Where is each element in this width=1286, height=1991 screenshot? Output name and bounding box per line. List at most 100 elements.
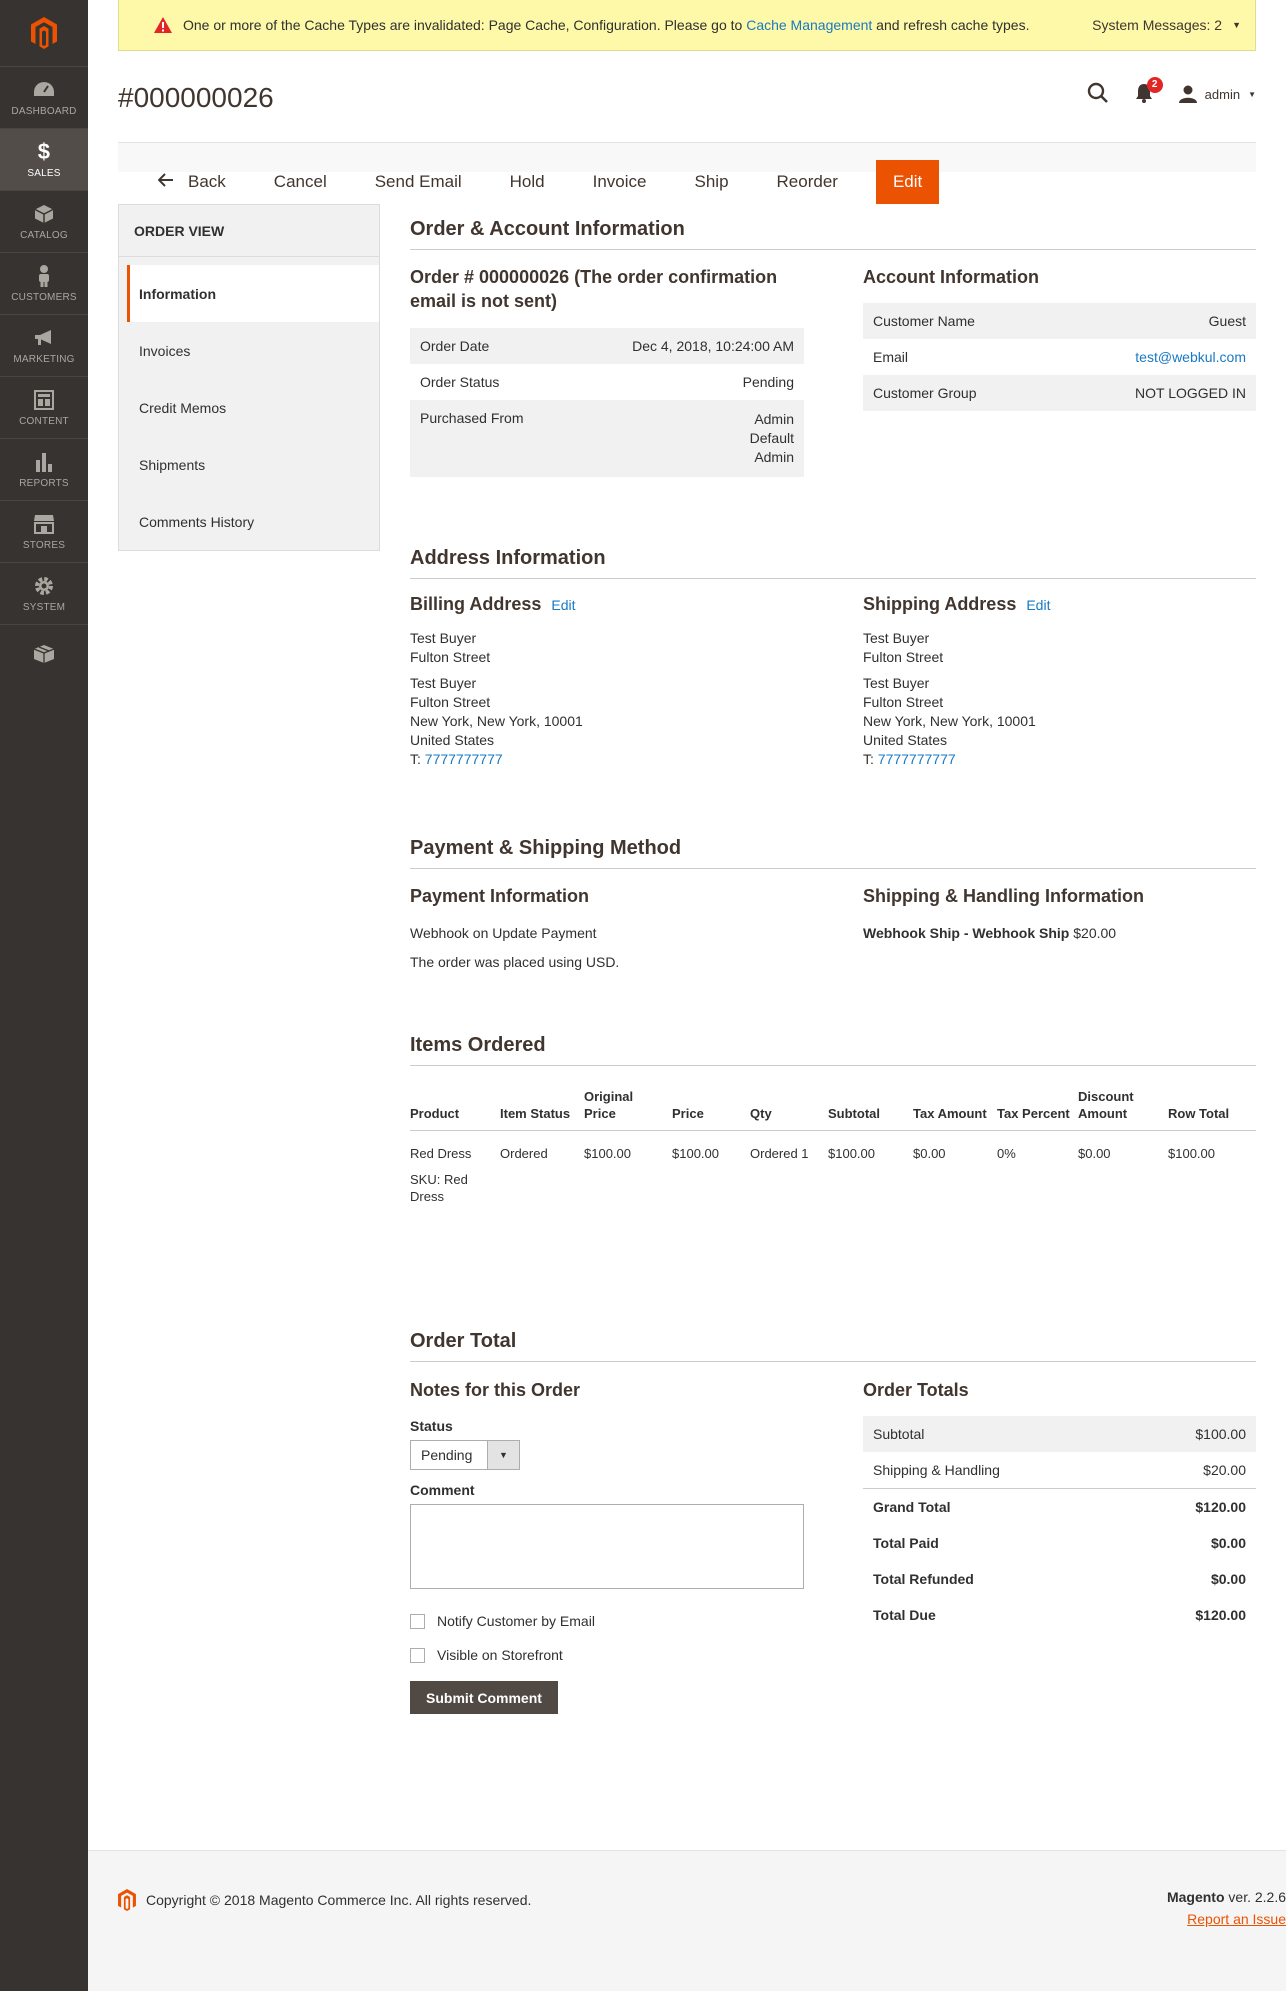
hold-button[interactable]: Hold	[486, 161, 569, 203]
copyright-text: Copyright © 2018 Magento Commerce Inc. A…	[146, 1892, 532, 1908]
total-refunded-row: Total Refunded $0.00	[863, 1561, 1256, 1597]
menu-label: STORES	[22, 540, 66, 551]
admin-user-menu[interactable]: admin ▼	[1178, 85, 1256, 103]
menu-label: REPORTS	[19, 478, 69, 489]
status-select-value: Pending	[421, 1447, 473, 1464]
order-view-heading: ORDER VIEW	[119, 205, 379, 257]
menu-system[interactable]: SYSTEM	[0, 562, 88, 624]
col-item-status: Item Status	[500, 1088, 584, 1131]
tab-comments-history[interactable]: Comments History	[119, 493, 379, 550]
edit-button[interactable]: Edit	[875, 160, 940, 204]
cache-management-link[interactable]: Cache Management	[746, 17, 872, 33]
invoice-button[interactable]: Invoice	[569, 161, 671, 203]
order-totals-block: Order Totals Subtotal $100.00 Shipping & …	[863, 1378, 1256, 1633]
customer-email-link[interactable]: test@webkul.com	[1135, 349, 1246, 365]
menu-label: MARKETING	[13, 354, 75, 365]
page-actions-toolbar: Back Cancel Send Email Hold Invoice Ship…	[118, 142, 1256, 204]
menu-stores[interactable]: STORES	[0, 500, 88, 562]
visible-storefront-label: Visible on Storefront	[437, 1647, 563, 1664]
item-status-cell: Ordered	[500, 1146, 548, 1161]
tab-credit-memos[interactable]: Credit Memos	[119, 379, 379, 436]
customer-name-value: Guest	[1053, 303, 1256, 340]
cancel-button[interactable]: Cancel	[250, 161, 351, 203]
report-issue-link[interactable]: Report an Issue	[1187, 1911, 1286, 1927]
magento-logo[interactable]	[0, 0, 88, 66]
dollar-icon: $	[37, 139, 51, 164]
purchased-from-label: Purchased From	[410, 399, 570, 477]
payment-heading: Payment Information	[410, 886, 590, 906]
menu-customers[interactable]: CUSTOMERS	[0, 252, 88, 314]
address-line: Test Buyer	[863, 675, 930, 691]
back-label: Back	[188, 172, 226, 191]
total-paid-row: Total Paid $0.00	[863, 1525, 1256, 1561]
phone-prefix: T:	[863, 751, 878, 767]
billing-edit-link[interactable]: Edit	[551, 597, 575, 613]
total-paid-label: Total Paid	[873, 1535, 939, 1552]
billing-address-text: Test Buyer Fulton Street Test Buyer Fult…	[410, 629, 804, 769]
grand-total-label: Grand Total	[863, 1488, 1129, 1526]
back-button[interactable]: Back	[157, 161, 250, 203]
account-heading: Account Information	[863, 267, 1039, 287]
send-email-button[interactable]: Send Email	[351, 161, 486, 203]
address-line: United States	[410, 732, 495, 748]
notifications-badge: 2	[1146, 76, 1163, 93]
address-line: New York, New York, 10001	[863, 713, 1036, 729]
notifications-button[interactable]: 2	[1135, 76, 1163, 106]
billing-phone-link[interactable]: 7777777777	[425, 751, 503, 767]
shipping-address-title: Shipping Address	[863, 594, 1017, 614]
notify-customer-label: Notify Customer by Email	[437, 1613, 595, 1630]
email-label: Email	[873, 349, 909, 366]
footer-copyright: Copyright © 2018 Magento Commerce Inc. A…	[118, 1889, 531, 1911]
search-icon[interactable]	[1087, 82, 1109, 107]
product-cell: Red Dress SKU: Red Dress	[410, 1131, 500, 1216]
col-original-price: Original Price	[584, 1088, 672, 1131]
shipping-address-heading: Shipping Address Edit	[863, 594, 1256, 615]
system-message-text: One or more of the Cache Types are inval…	[183, 17, 1029, 33]
caret-down-icon: ▼	[1232, 20, 1241, 30]
menu-marketing[interactable]: MARKETING	[0, 314, 88, 376]
megaphone-icon	[32, 326, 56, 350]
menu-reports[interactable]: REPORTS	[0, 438, 88, 500]
shipping-method-line: Webhook Ship - Webhook Ship $20.00	[863, 924, 1256, 943]
shipping-phone-link[interactable]: 7777777777	[878, 751, 956, 767]
shipping-method: Webhook Ship - Webhook Ship	[863, 925, 1070, 942]
tab-information[interactable]: Information	[127, 265, 379, 322]
customer-group-row: Customer Group NOT LOGGED IN	[863, 375, 1256, 412]
menu-content[interactable]: CONTENT	[0, 376, 88, 438]
grand-total-value: $120.00	[1128, 1488, 1256, 1526]
product-name: Red Dress	[410, 1146, 472, 1161]
notify-customer-checkbox[interactable]	[410, 1613, 425, 1629]
visible-storefront-checkbox[interactable]	[410, 1647, 425, 1663]
submit-comment-button[interactable]: Submit Comment	[410, 1681, 558, 1715]
address-line: Test Buyer	[410, 675, 477, 691]
reorder-button[interactable]: Reorder	[753, 161, 862, 203]
shipping-edit-link[interactable]: Edit	[1026, 597, 1050, 613]
menu-extensions[interactable]	[0, 624, 88, 686]
status-label: Status	[410, 1418, 453, 1435]
status-select[interactable]: Pending ▼	[410, 1440, 520, 1471]
system-messages-toggle[interactable]: System Messages: 2 ▼	[1092, 17, 1241, 33]
comment-textarea[interactable]	[410, 1504, 804, 1590]
menu-dashboard[interactable]: DASHBOARD	[0, 66, 88, 128]
chevron-down-icon: ▼	[487, 1441, 519, 1470]
customer-name-row: Customer Name Guest	[863, 303, 1256, 340]
items-header-row: Product Item Status Original Price Price…	[410, 1088, 1256, 1131]
original-price-cell: $100.00	[584, 1146, 631, 1161]
menu-sales[interactable]: $ SALES	[0, 128, 88, 190]
ship-button[interactable]: Ship	[671, 161, 753, 203]
customer-name-label: Customer Name	[863, 303, 1054, 340]
page-footer: Copyright © 2018 Magento Commerce Inc. A…	[88, 1850, 1286, 1991]
total-paid-value: $0.00	[1210, 1535, 1246, 1552]
phone-prefix: T:	[410, 751, 425, 767]
store-icon	[32, 512, 56, 536]
menu-catalog[interactable]: CATALOG	[0, 190, 88, 252]
tab-invoices[interactable]: Invoices	[119, 322, 379, 379]
email-cell: test@webkul.com	[1054, 339, 1256, 375]
version-line: Magento ver. 2.2.6	[986, 1889, 1286, 1905]
main-page: One or more of the Cache Types are inval…	[88, 0, 1286, 1991]
shipping-address-text: Test Buyer Fulton Street Test Buyer Fult…	[863, 629, 1256, 769]
section-payment-shipping-title: Payment & Shipping Method	[410, 837, 1256, 869]
tab-shipments[interactable]: Shipments	[119, 436, 379, 493]
total-due-row: Total Due $120.00	[863, 1597, 1256, 1633]
items-ordered-table: Product Item Status Original Price Price…	[410, 1088, 1256, 1215]
